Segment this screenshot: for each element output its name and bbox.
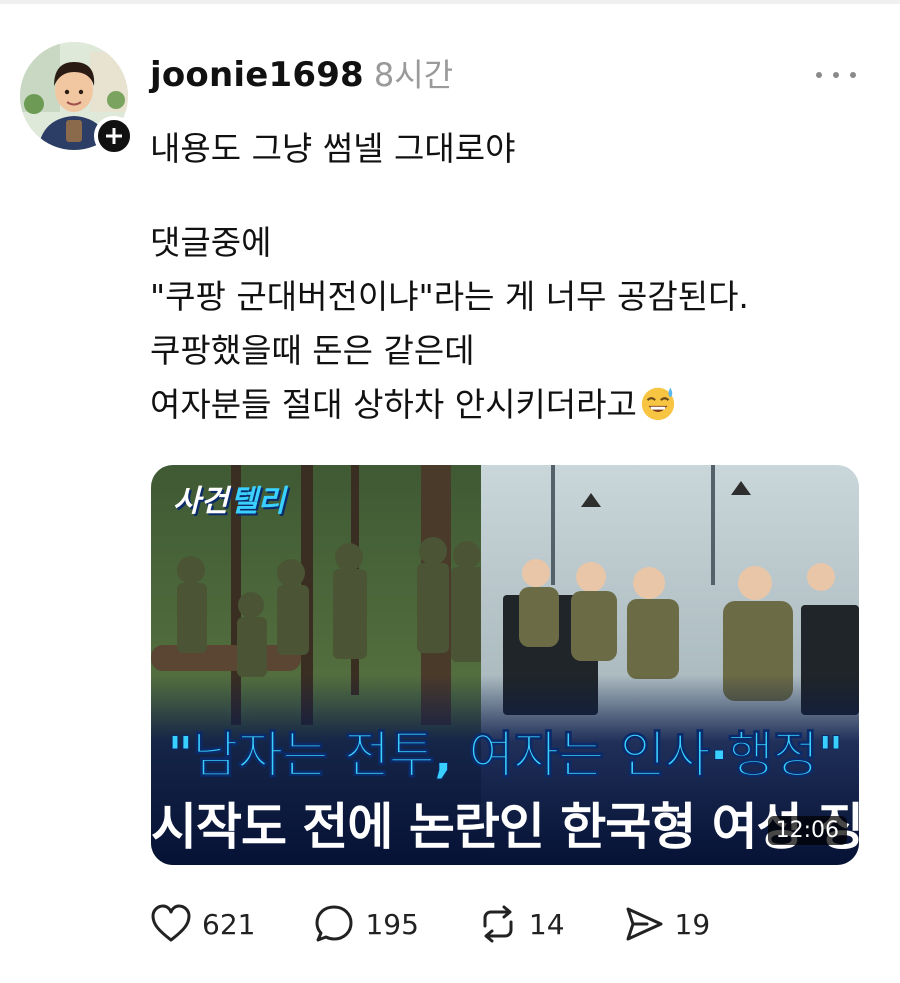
comment-bubble-icon (315, 905, 353, 942)
thumbnail-headline-1: "남자는 전투, 여자는 인사·행정" (167, 726, 844, 785)
thread-post: joonie1698 8시간 내용도 그냥 썸넬 그대로야 댓글중에 "쿠팡 군… (0, 0, 900, 983)
comment-button[interactable]: 195 (313, 904, 419, 944)
sweat-smile-emoji (641, 387, 675, 421)
post-text-line: 내용도 그냥 썸넬 그대로야 (150, 129, 516, 168)
share-count: 19 (674, 907, 711, 941)
action-bar: 621 195 14 19 (150, 896, 768, 952)
post-body: 내용도 그냥 썸넬 그대로야 댓글중에 "쿠팡 군대버전이냐"라는 게 너무 공… (150, 122, 870, 432)
like-button[interactable]: 621 (150, 904, 255, 944)
thumbnail-headline-2: 시작도 전에 논란인 한국형 여성 징병 (151, 798, 859, 856)
comment-count: 195 (365, 907, 419, 941)
post-text-line: 여자분들 절대 상하차 안시키더라고 (150, 385, 637, 424)
heart-icon (151, 904, 191, 942)
avatar-container[interactable] (20, 42, 134, 156)
plus-icon (106, 128, 122, 144)
video-duration: 12:06 (767, 816, 847, 845)
post-text-line: 쿠팡했을때 돈은 같은데 (150, 331, 475, 370)
video-thumbnail[interactable]: 사건 텔리 "남자는 전투, 여자는 인사·행정" 시작도 전에 논란인 한국형 … (151, 465, 859, 865)
repost-icon (483, 905, 513, 943)
repost-button[interactable]: 14 (477, 904, 565, 944)
channel-tag-accent: 텔리 (230, 484, 286, 519)
repost-count: 14 (528, 907, 565, 941)
timestamp: 8시간 (373, 56, 454, 94)
post-text-line: "쿠팡 군대버전이냐"라는 게 너무 공감된다. (150, 277, 749, 316)
send-icon (626, 907, 663, 941)
divider (0, 0, 900, 4)
like-count: 621 (202, 907, 256, 941)
share-button[interactable]: 19 (623, 904, 711, 944)
post-text-line-with-emoji: 여자분들 절대 상하차 안시키더라고 (150, 378, 870, 432)
more-dots-icon (816, 72, 822, 78)
follow-button[interactable] (94, 116, 134, 156)
channel-tag: 사건 텔리 (163, 475, 295, 521)
post-header: joonie1698 8시간 (150, 50, 453, 96)
post-text-line: 댓글중에 (150, 223, 272, 262)
more-options-button[interactable] (816, 60, 856, 90)
username[interactable]: joonie1698 (150, 55, 364, 95)
channel-tag-main: 사건 (173, 484, 229, 519)
